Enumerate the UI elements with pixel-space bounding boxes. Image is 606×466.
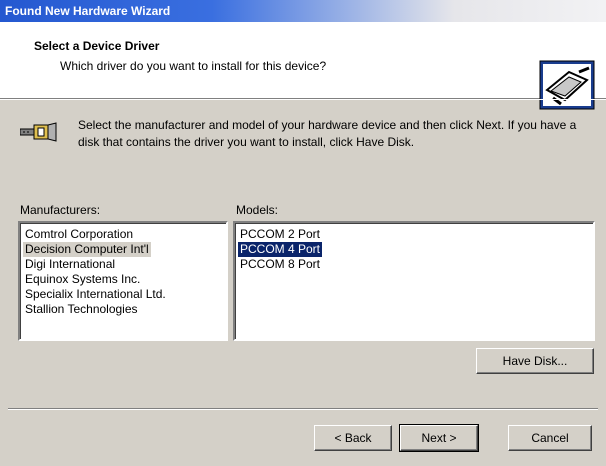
instruction-text: Select the manufacturer and model of you…: [78, 118, 577, 149]
page-title: Select a Device Driver: [34, 39, 160, 53]
list-item-selected[interactable]: Decision Computer Int'l: [23, 242, 151, 257]
header-divider: [0, 99, 606, 100]
list-item[interactable]: Stallion Technologies: [23, 302, 140, 317]
list-item[interactable]: PCCOM 8 Port: [238, 257, 322, 272]
manufacturers-listbox[interactable]: Comtrol Corporation Decision Computer In…: [18, 221, 228, 341]
title-bar[interactable]: Found New Hardware Wizard: [0, 0, 606, 22]
list-item[interactable]: Specialix International Ltd.: [23, 287, 168, 302]
window-title: Found New Hardware Wizard: [5, 4, 171, 18]
wizard-window: Found New Hardware Wizard Select a Devic…: [0, 0, 606, 466]
list-item[interactable]: Equinox Systems Inc.: [23, 272, 142, 287]
cancel-button[interactable]: Cancel: [508, 425, 592, 451]
hardware-device-icon: [20, 122, 57, 142]
manufacturers-label: Manufacturers:: [20, 203, 101, 217]
next-button[interactable]: Next >: [399, 424, 479, 452]
back-button[interactable]: < Back: [314, 425, 392, 451]
list-item-selected[interactable]: PCCOM 4 Port: [238, 242, 323, 257]
list-item[interactable]: Comtrol Corporation: [23, 227, 135, 242]
models-label: Models:: [236, 203, 279, 217]
page-subtitle: Which driver do you want to install for …: [60, 59, 327, 73]
models-listbox[interactable]: PCCOM 2 Port PCCOM 4 Port PCCOM 8 Port: [233, 221, 595, 341]
list-item[interactable]: PCCOM 2 Port: [238, 227, 322, 242]
hardware-card-icon: [539, 60, 595, 110]
wizard-header: Select a Device Driver Which driver do y…: [0, 22, 606, 110]
bottom-divider-highlight: [8, 409, 598, 410]
list-item[interactable]: Digi International: [23, 257, 117, 272]
have-disk-button[interactable]: Have Disk...: [476, 348, 594, 374]
